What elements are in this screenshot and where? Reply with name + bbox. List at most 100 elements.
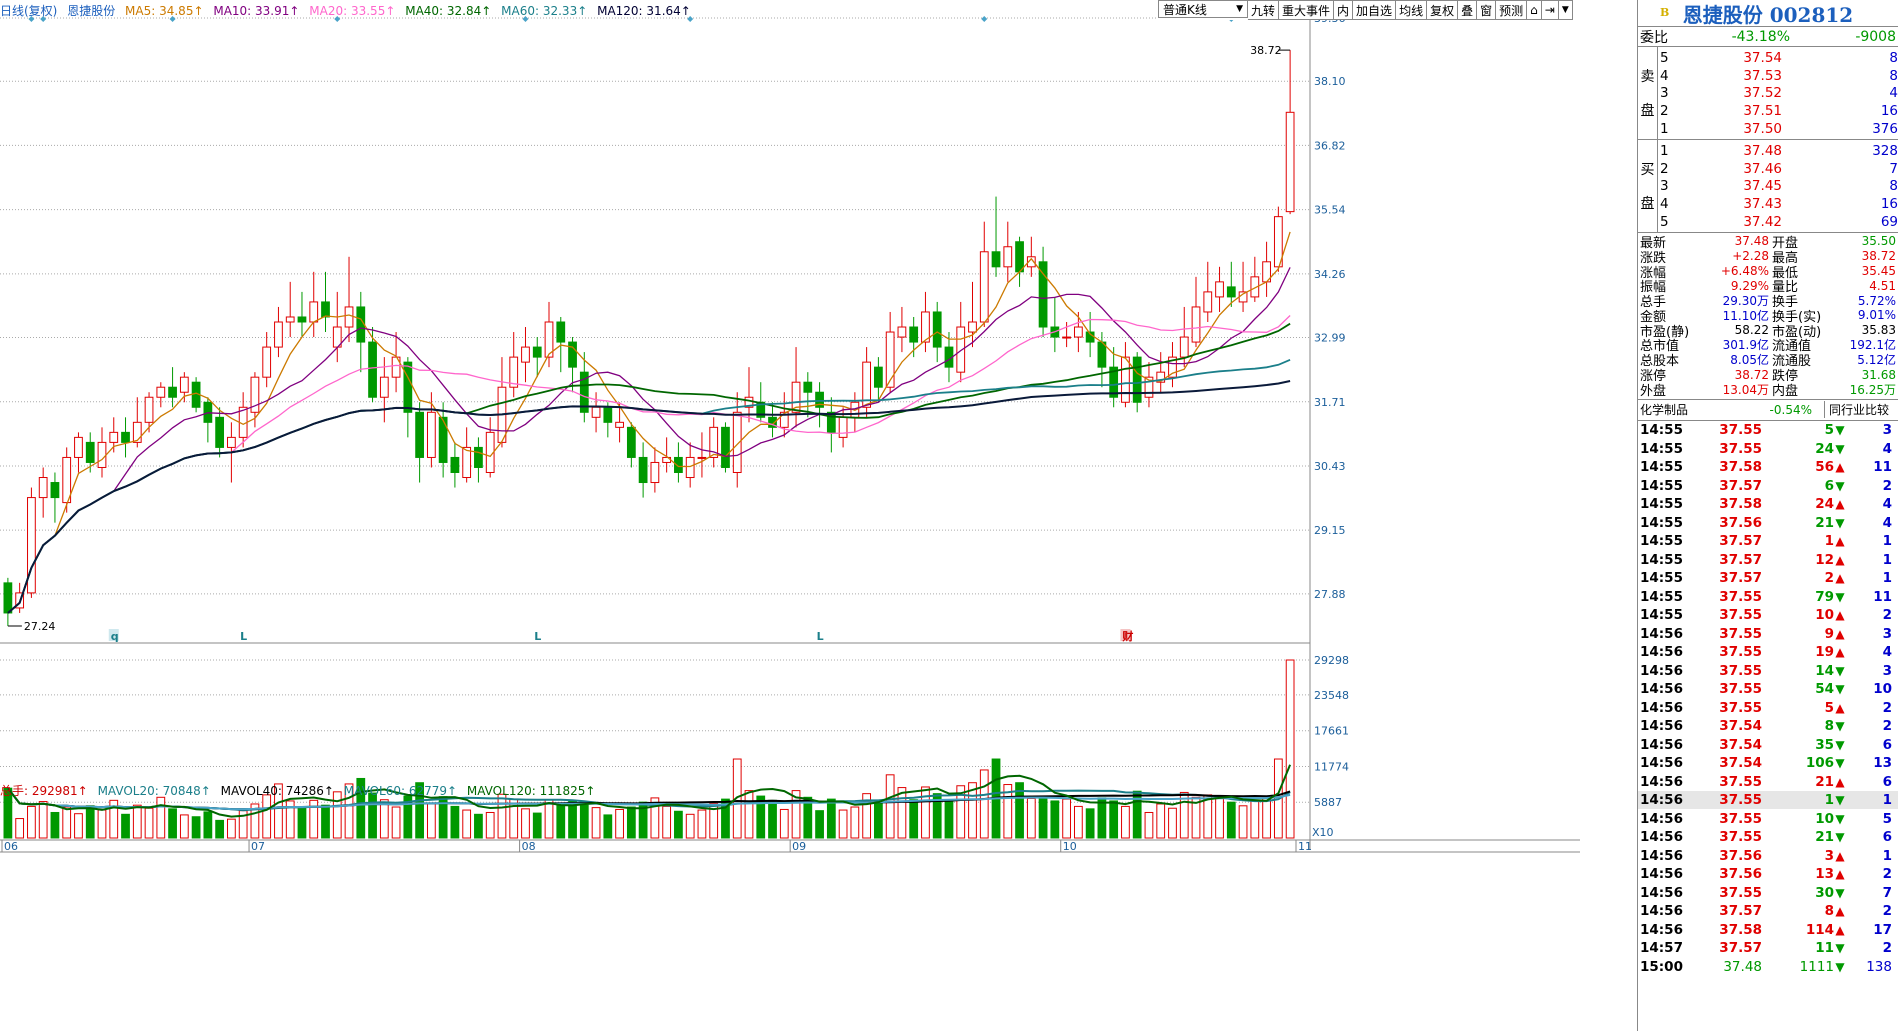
volume-bar xyxy=(262,794,272,839)
tick-row[interactable]: 14:56 37.55 21 ▲ 6 xyxy=(1638,772,1898,791)
volume-bar xyxy=(1085,808,1095,839)
tick-row[interactable]: 14:55 37.55 79 ▼ 11 xyxy=(1638,587,1898,606)
sell-volume: 4 xyxy=(1889,85,1898,102)
price-tick-label: 34.26 xyxy=(1314,268,1346,281)
tick-row[interactable]: 14:55 37.55 10 ▲ 2 xyxy=(1638,606,1898,625)
buy-row[interactable]: 3 37.45 8 xyxy=(1658,178,1898,196)
tick-row[interactable]: 14:55 37.57 6 ▼ 2 xyxy=(1638,476,1898,495)
tick-row[interactable]: 14:56 37.55 30 ▼ 7 xyxy=(1638,883,1898,902)
volume-bar xyxy=(1156,803,1166,839)
volume-bar xyxy=(897,787,907,839)
industry-name[interactable]: 化学制品 xyxy=(1638,401,1712,418)
major-events-button[interactable]: 重大事件 xyxy=(1279,0,1335,20)
tick-row[interactable]: 14:56 37.54 8 ▼ 2 xyxy=(1638,717,1898,736)
tick-row[interactable]: 14:56 37.55 19 ▲ 4 xyxy=(1638,643,1898,662)
tick-count: 1 xyxy=(1882,570,1892,587)
adjust-button[interactable]: 复权 xyxy=(1427,0,1459,20)
sell-row[interactable]: 2 37.51 16 xyxy=(1658,102,1898,120)
overlay-button[interactable]: 叠 xyxy=(1458,0,1478,20)
tick-row[interactable]: 14:55 37.57 12 ▲ 1 xyxy=(1638,550,1898,569)
industry-compare-button[interactable]: 同行业比较 xyxy=(1824,401,1889,419)
predict-button[interactable]: 预测 xyxy=(1496,0,1528,20)
tick-row[interactable]: 14:56 37.56 3 ▲ 1 xyxy=(1638,846,1898,865)
quote-panel-title[interactable]: B 恩捷股份 002812 xyxy=(1638,0,1898,27)
tick-count: 5 xyxy=(1882,810,1892,827)
tick-row[interactable]: 14:56 37.54 35 ▼ 6 xyxy=(1638,735,1898,754)
window-button[interactable]: 窗 xyxy=(1477,0,1497,20)
volume-bar xyxy=(685,813,695,839)
arrow-down-icon: ▼ xyxy=(1835,719,1845,734)
buy-row[interactable]: 4 37.43 16 xyxy=(1658,195,1898,213)
arrow-up-icon: ▲ xyxy=(1835,700,1845,715)
tick-time: 14:56 xyxy=(1640,625,1683,642)
tick-row[interactable]: 14:55 37.57 2 ▲ 1 xyxy=(1638,569,1898,588)
expand-icon[interactable]: ⇥ xyxy=(1541,0,1559,20)
inner-button[interactable]: 内 xyxy=(1334,0,1354,20)
tick-time: 14:56 xyxy=(1640,847,1683,864)
tick-row[interactable]: 14:55 37.55 24 ▼ 4 xyxy=(1638,439,1898,458)
sell-volume: 8 xyxy=(1889,49,1898,66)
kline-chart-area[interactable]: 39.3638.1036.8235.5434.2632.9931.7130.43… xyxy=(0,0,1580,1031)
tick-row[interactable]: 14:55 37.56 21 ▼ 4 xyxy=(1638,513,1898,532)
jiuzhuan-button[interactable]: 九转 xyxy=(1248,0,1280,20)
date-label: 10 xyxy=(1063,840,1077,853)
tick-row[interactable]: 14:56 37.55 14 ▼ 3 xyxy=(1638,661,1898,680)
tick-time: 14:55 xyxy=(1640,533,1683,550)
high-price-label: 38.72 xyxy=(1250,44,1282,57)
arrow-up-icon: ▲ xyxy=(1835,552,1845,567)
moving-average-button[interactable]: 均线 xyxy=(1396,0,1428,20)
tick-volume: 10 xyxy=(1815,607,1834,624)
date-label: 06 xyxy=(4,840,18,853)
tick-row[interactable]: 15:00 37.48 1111 ▼ 138 xyxy=(1638,957,1898,976)
volume-bar xyxy=(1050,800,1060,839)
lock-icon[interactable]: ⌂ xyxy=(1527,0,1542,20)
buy-label-2: 盘 xyxy=(1640,196,1655,212)
tick-row[interactable]: 14:55 37.58 56 ▲ 11 xyxy=(1638,458,1898,477)
tick-time: 14:55 xyxy=(1640,514,1683,531)
tick-row[interactable]: 14:56 37.55 5 ▲ 2 xyxy=(1638,698,1898,717)
tick-row[interactable]: 14:56 37.58 114 ▲ 17 xyxy=(1638,920,1898,939)
sell-row[interactable]: 5 37.54 8 xyxy=(1658,49,1898,67)
buy-row[interactable]: 1 37.48 328 xyxy=(1658,142,1898,160)
tick-row[interactable]: 14:55 37.58 24 ▲ 4 xyxy=(1638,495,1898,514)
tick-row[interactable]: 14:56 37.57 8 ▲ 2 xyxy=(1638,902,1898,921)
tick-list[interactable]: 14:55 37.55 5 ▼ 3 14:55 37.55 24 ▼ 4 14:55 37.58 56 ▲… xyxy=(1638,421,1898,976)
candle-body xyxy=(615,421,624,428)
buy-row[interactable]: 5 37.42 69 xyxy=(1658,213,1898,231)
sell-row[interactable]: 3 37.52 4 xyxy=(1658,85,1898,103)
industry-row: 化学制品 -0.54% 同行业比较 xyxy=(1638,400,1898,421)
candle-body xyxy=(626,426,636,458)
candle-body xyxy=(1097,341,1107,368)
kline-type-label: 日线(复权) xyxy=(0,4,58,18)
tick-count: 4 xyxy=(1882,514,1892,531)
arrow-down-icon: ▼ xyxy=(1835,959,1845,974)
toolbar-menu-chevron-icon[interactable]: ▼ xyxy=(1558,0,1573,20)
tick-row[interactable]: 14:56 37.55 1 ▼ 1 xyxy=(1638,790,1898,810)
sell-price: 37.54 xyxy=(1743,49,1782,66)
tick-row[interactable]: 14:56 37.54 106 ▼ 13 xyxy=(1638,754,1898,773)
tick-row[interactable]: 14:56 37.55 54 ▼ 10 xyxy=(1638,680,1898,699)
sell-row[interactable]: 1 37.50 376 xyxy=(1658,120,1898,138)
tick-row[interactable]: 14:56 37.56 13 ▲ 2 xyxy=(1638,865,1898,884)
weibi-value: -43.18% xyxy=(1731,28,1790,45)
volume-bar xyxy=(779,808,789,839)
add-watchlist-button[interactable]: 加自选 xyxy=(1353,0,1397,20)
tick-time: 14:55 xyxy=(1640,440,1683,457)
kline-chart-svg[interactable]: 39.3638.1036.8235.5434.2632.9931.7130.43… xyxy=(0,0,1580,1031)
tick-row[interactable]: 14:56 37.55 10 ▼ 5 xyxy=(1638,809,1898,828)
sell-row[interactable]: 4 37.53 8 xyxy=(1658,67,1898,85)
tick-row[interactable]: 14:56 37.55 21 ▼ 6 xyxy=(1638,828,1898,847)
tick-price: 37.55 xyxy=(1719,792,1762,809)
tick-price: 37.58 xyxy=(1719,496,1762,513)
volume-bar xyxy=(179,814,189,839)
arrow-up-icon: ▲ xyxy=(1835,922,1845,937)
candle-body xyxy=(1226,286,1236,298)
volume-bar xyxy=(321,804,330,839)
volume-bar xyxy=(1250,800,1260,839)
kline-type-select[interactable]: 普通K线 ▼ xyxy=(1158,0,1248,18)
tick-row[interactable]: 14:57 37.57 11 ▼ 2 xyxy=(1638,939,1898,958)
tick-row[interactable]: 14:56 37.55 9 ▲ 3 xyxy=(1638,624,1898,643)
buy-row[interactable]: 2 37.46 7 xyxy=(1658,160,1898,178)
tick-row[interactable]: 14:55 37.57 1 ▲ 1 xyxy=(1638,532,1898,551)
tick-row[interactable]: 14:55 37.55 5 ▼ 3 xyxy=(1638,421,1898,440)
